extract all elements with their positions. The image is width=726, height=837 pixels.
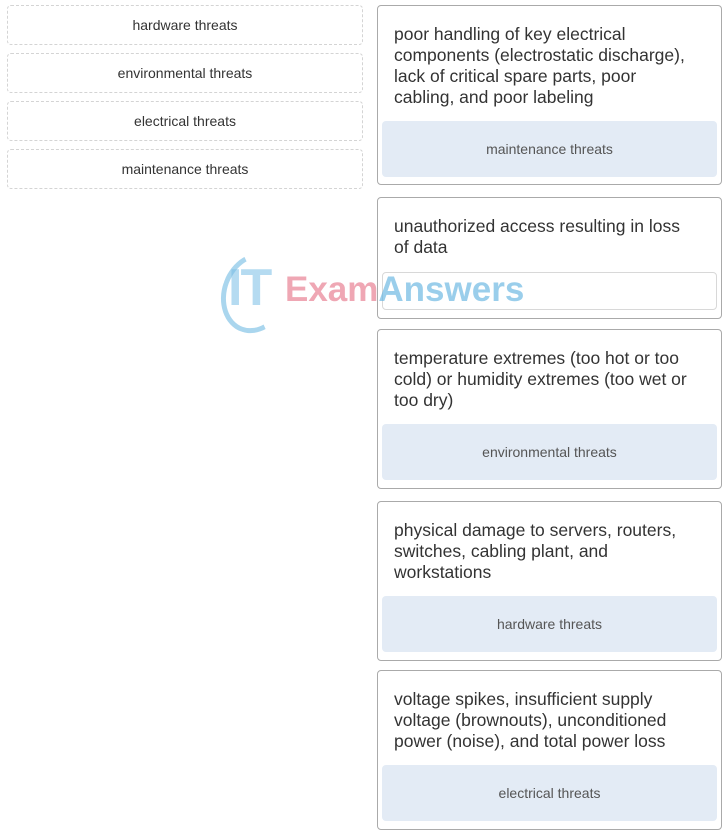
target-description: poor handling of key electrical componen… [394,24,685,107]
drop-zone-4[interactable]: hardware threats [382,596,717,652]
target-card-3: temperature extremes (too hot or too col… [377,329,722,489]
drop-zone-1[interactable]: maintenance threats [382,121,717,177]
option-electrical-threats[interactable]: electrical threats [7,101,363,141]
option-label: hardware threats [132,17,238,33]
option-label: electrical threats [134,113,236,129]
dropped-answer[interactable]: environmental threats [482,444,617,460]
option-environmental-threats[interactable]: environmental threats [7,53,363,93]
target-description: physical damage to servers, routers, swi… [394,520,677,582]
drop-zone-3[interactable]: environmental threats [382,424,717,480]
target-card-5: voltage spikes, insufficient supply volt… [377,670,722,830]
option-maintenance-threats[interactable]: maintenance threats [7,149,363,189]
drop-zone-5[interactable]: electrical threats [382,765,717,821]
target-card-2: unauthorized access resulting in loss of… [377,197,722,319]
target-description: voltage spikes, insufficient supply volt… [394,689,667,751]
logo-it-text: IT [228,259,272,317]
target-card-1: poor handling of key electrical componen… [377,5,722,185]
target-description: temperature extremes (too hot or too col… [394,348,687,410]
drop-zone-2[interactable] [382,272,717,310]
watermark-exam: Exam [285,270,379,309]
dropped-answer[interactable]: maintenance threats [486,141,613,157]
option-label: maintenance threats [121,161,249,177]
option-label: environmental threats [117,65,253,81]
target-card-4: physical damage to servers, routers, swi… [377,501,722,661]
dropped-answer[interactable]: electrical threats [499,785,601,801]
dropped-answer[interactable]: hardware threats [497,616,602,632]
option-hardware-threats[interactable]: hardware threats [7,5,363,45]
target-description: unauthorized access resulting in loss of… [394,216,680,257]
logo-ring-icon [209,243,301,343]
